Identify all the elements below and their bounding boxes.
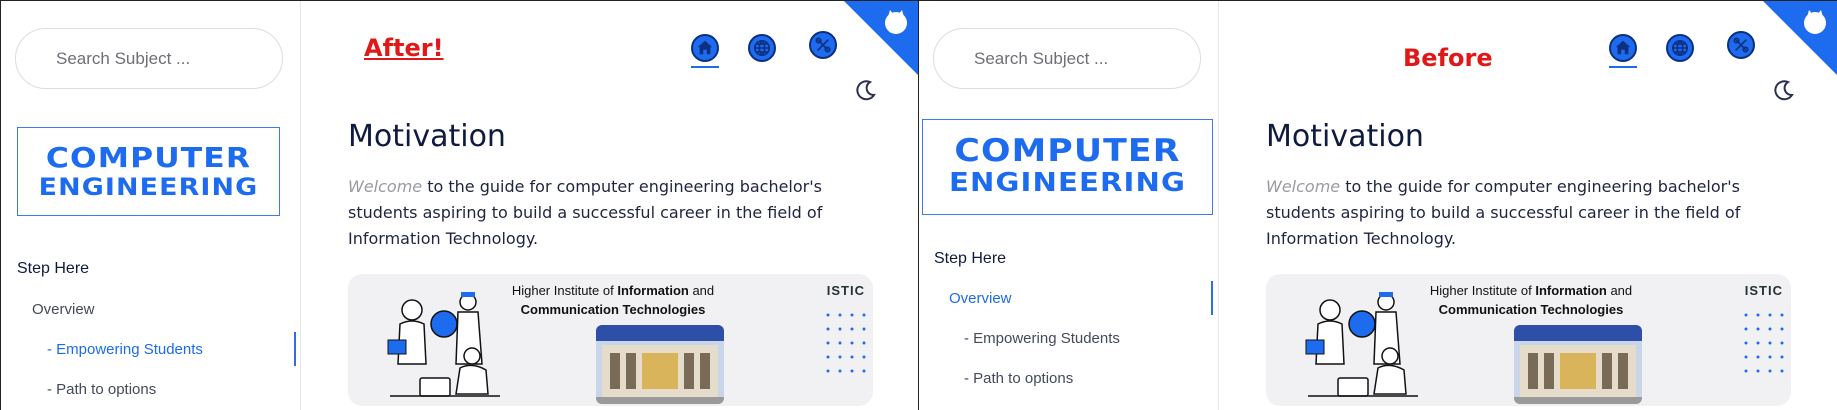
sidebar: Search Subject ... COMPUTER ENGINEERING … <box>1 1 301 410</box>
github-corner-icon[interactable] <box>1763 1 1837 75</box>
tools-icon[interactable] <box>809 31 837 59</box>
nav-item-overview[interactable]: Overview <box>32 301 95 318</box>
home-active-underline <box>691 66 719 68</box>
nav-item-empowering-students[interactable]: - Empowering Students <box>47 341 203 358</box>
istic-logo: ISTIC <box>1744 283 1783 298</box>
sidebar: Search Subject ... COMPUTER ENGINEERING … <box>919 1 1219 410</box>
logo-line-2: ENGINEERING <box>948 168 1187 198</box>
banner-line1-pre: Higher Institute of <box>1429 283 1536 298</box>
page-title: Motivation <box>1266 119 1424 154</box>
nav-heading[interactable]: Step Here <box>17 260 89 278</box>
after-label: After! <box>364 34 444 62</box>
before-panel: Search Subject ... COMPUTER ENGINEERING … <box>919 0 1837 410</box>
banner-line1-post: and <box>688 283 715 298</box>
github-corner-icon[interactable] <box>844 1 918 75</box>
dot-pattern <box>826 313 866 373</box>
site-logo[interactable]: COMPUTER ENGINEERING <box>17 127 280 216</box>
moon-icon[interactable] <box>854 78 878 102</box>
main-content: After! Motivation Welcome to the guide f… <box>302 1 918 410</box>
banner-line1-post: and <box>1606 283 1633 298</box>
banner-line2: Communication Technologies <box>520 302 706 317</box>
banner-line1-pre: Higher Institute of <box>511 283 618 298</box>
tools-icon[interactable] <box>1727 31 1755 59</box>
intro-welcome: Welcome <box>348 177 423 196</box>
globe-icon[interactable] <box>1666 34 1694 62</box>
logo-line-2: ENGINEERING <box>38 173 259 201</box>
before-label: Before <box>1403 44 1493 72</box>
nav-item-empowering-students[interactable]: - Empowering Students <box>964 330 1120 347</box>
nav-item-path-to-options[interactable]: - Path to options <box>47 381 156 398</box>
banner-line2: Communication Technologies <box>1438 302 1624 317</box>
students-illustration <box>387 292 500 397</box>
main-content: Before Motivation Welcome to the guide f… <box>1220 1 1837 410</box>
logo-line-1: COMPUTER <box>954 133 1181 169</box>
home-icon[interactable] <box>1609 34 1637 62</box>
site-logo[interactable]: COMPUTER ENGINEERING <box>922 119 1213 215</box>
after-panel: Search Subject ... COMPUTER ENGINEERING … <box>0 0 918 410</box>
institute-building-photo <box>596 325 724 404</box>
logo-line-1: COMPUTER <box>45 141 252 174</box>
institute-banner: Higher Institute of Information and Comm… <box>1266 274 1791 406</box>
page-title: Motivation <box>348 119 506 154</box>
dot-pattern <box>1744 313 1784 373</box>
nav-item-path-to-options[interactable]: - Path to options <box>964 370 1073 387</box>
banner-line1-bold: Information <box>1535 283 1607 298</box>
nav-item-overview[interactable]: Overview <box>949 290 1012 307</box>
nav-heading[interactable]: Step Here <box>934 250 1006 268</box>
globe-icon[interactable] <box>748 34 776 62</box>
home-icon[interactable] <box>691 34 719 62</box>
moon-icon[interactable] <box>1772 78 1796 102</box>
institute-banner: Higher Institute of Information and Comm… <box>348 274 873 406</box>
intro-paragraph: Welcome to the guide for computer engine… <box>348 174 868 252</box>
banner-title: Higher Institute of Information and Comm… <box>1411 281 1651 319</box>
intro-paragraph: Welcome to the guide for computer engine… <box>1266 174 1786 252</box>
istic-logo: ISTIC <box>826 283 865 298</box>
intro-welcome: Welcome <box>1266 177 1341 196</box>
institute-building-photo <box>1514 325 1642 404</box>
banner-title: Higher Institute of Information and Comm… <box>493 281 733 319</box>
search-input[interactable]: Search Subject ... <box>933 28 1201 89</box>
active-indicator <box>294 332 296 366</box>
home-active-underline <box>1609 66 1637 68</box>
search-input[interactable]: Search Subject ... <box>15 28 283 89</box>
students-illustration <box>1305 292 1418 397</box>
active-indicator <box>1211 281 1213 315</box>
banner-line1-bold: Information <box>617 283 689 298</box>
